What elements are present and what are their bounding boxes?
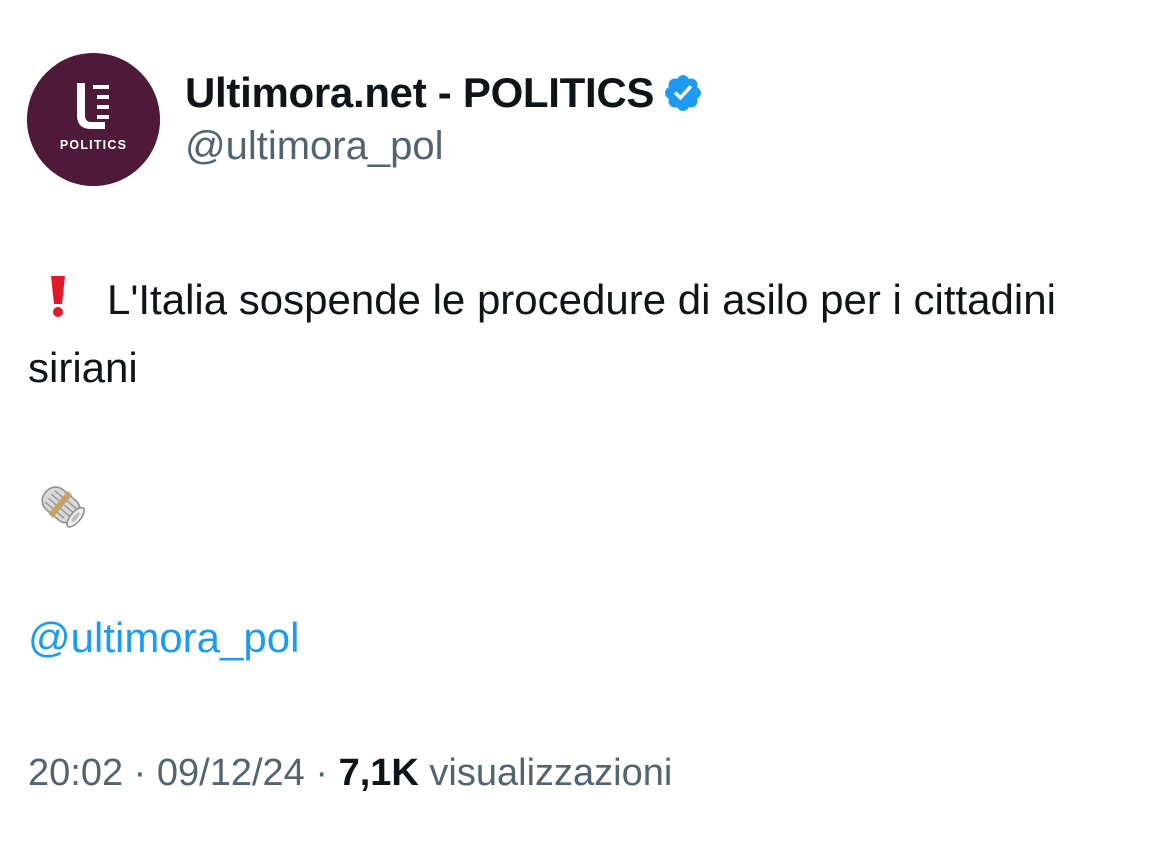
meta-separator: · [123, 752, 157, 794]
display-name[interactable]: Ultimora.net - POLITICS [185, 69, 654, 117]
tweet-body: L'Italia sospende le procedure di asilo … [28, 276, 1056, 391]
rolled-newspaper-icon [28, 472, 94, 538]
avatar-label: POLITICS [60, 138, 127, 152]
meta-separator: · [304, 752, 339, 794]
handle[interactable]: @ultimora_pol [185, 124, 704, 169]
views-count: 7,1K [338, 752, 419, 794]
tweet-text: L'Italia sospende le procedure di asilo … [28, 266, 1138, 402]
avatar[interactable]: POLITICS [27, 53, 160, 186]
post-time[interactable]: 20:02 [28, 752, 123, 794]
tweet-meta: 20:02 · 09/12/24 · 7,1K visualizzazioni [28, 752, 672, 795]
mention-link[interactable]: @ultimora_pol [28, 614, 299, 662]
views-label: visualizzazioni [429, 752, 673, 794]
post-date[interactable]: 09/12/24 [157, 752, 305, 794]
name-row: Ultimora.net - POLITICS [185, 66, 704, 120]
red-exclamation-icon [43, 270, 73, 317]
author-block: Ultimora.net - POLITICS @ultimora_pol [185, 66, 704, 169]
ultimora-politics-logo: POLITICS [27, 53, 160, 186]
verified-badge-icon[interactable] [662, 72, 704, 114]
